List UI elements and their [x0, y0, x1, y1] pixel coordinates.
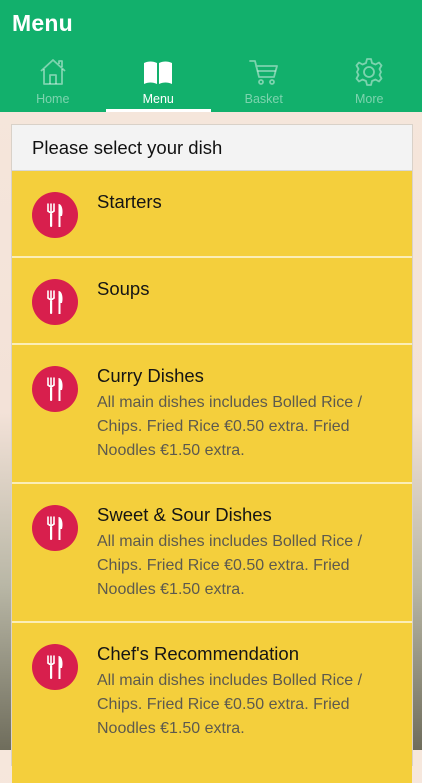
cutlery-badge [32, 644, 78, 690]
cutlery-icon [40, 287, 70, 317]
page-title: Menu [12, 10, 73, 37]
menu-category-starters[interactable]: Starters [12, 171, 412, 258]
home-icon [37, 56, 69, 88]
menu-category-name: Soups [97, 278, 149, 300]
book-icon [142, 56, 174, 88]
menu-category-name: Chef's Recommendation [97, 643, 299, 665]
cutlery-icon [40, 374, 70, 404]
menu-category-name: Starters [97, 191, 162, 213]
cutlery-badge [32, 279, 78, 325]
tab-home-label: Home [0, 92, 106, 106]
tab-basket[interactable]: Basket [211, 52, 317, 112]
gear-icon [353, 56, 385, 88]
menu-category-description: All main dishes includes Bolled Rice / C… [97, 391, 397, 463]
app-bar: Menu Home Menu [0, 0, 422, 112]
cart-icon [248, 56, 280, 88]
menu-category-name: Sweet & Sour Dishes [97, 504, 272, 526]
menu-category-soups[interactable]: Soups [12, 258, 412, 345]
active-tab-indicator [106, 109, 212, 112]
menu-category-sweet-sour-dishes[interactable]: Sweet & Sour Dishes All main dishes incl… [12, 484, 412, 623]
menu-category-chefs-recommendation[interactable]: Chef's Recommendation All main dishes in… [12, 623, 412, 783]
tab-menu-label: Menu [106, 92, 212, 106]
menu-panel: Please select your dish Starters [11, 124, 413, 766]
menu-category-description: All main dishes includes Bolled Rice / C… [97, 530, 397, 602]
menu-header: Please select your dish [12, 125, 412, 171]
cutlery-icon [40, 513, 70, 543]
tab-more-label: More [317, 92, 422, 106]
menu-category-curry-dishes[interactable]: Curry Dishes All main dishes includes Bo… [12, 345, 412, 484]
menu-category-name: Curry Dishes [97, 365, 204, 387]
cutlery-icon [40, 652, 70, 682]
tab-more[interactable]: More [317, 52, 422, 112]
cutlery-badge [32, 505, 78, 551]
menu-category-description: All main dishes includes Bolled Rice / C… [97, 669, 397, 741]
tab-home[interactable]: Home [0, 52, 106, 112]
cutlery-badge [32, 366, 78, 412]
cutlery-badge [32, 192, 78, 238]
cutlery-icon [40, 200, 70, 230]
tab-bar: Home Menu Basket More [0, 52, 422, 112]
tab-menu[interactable]: Menu [106, 52, 212, 112]
tab-basket-label: Basket [211, 92, 317, 106]
